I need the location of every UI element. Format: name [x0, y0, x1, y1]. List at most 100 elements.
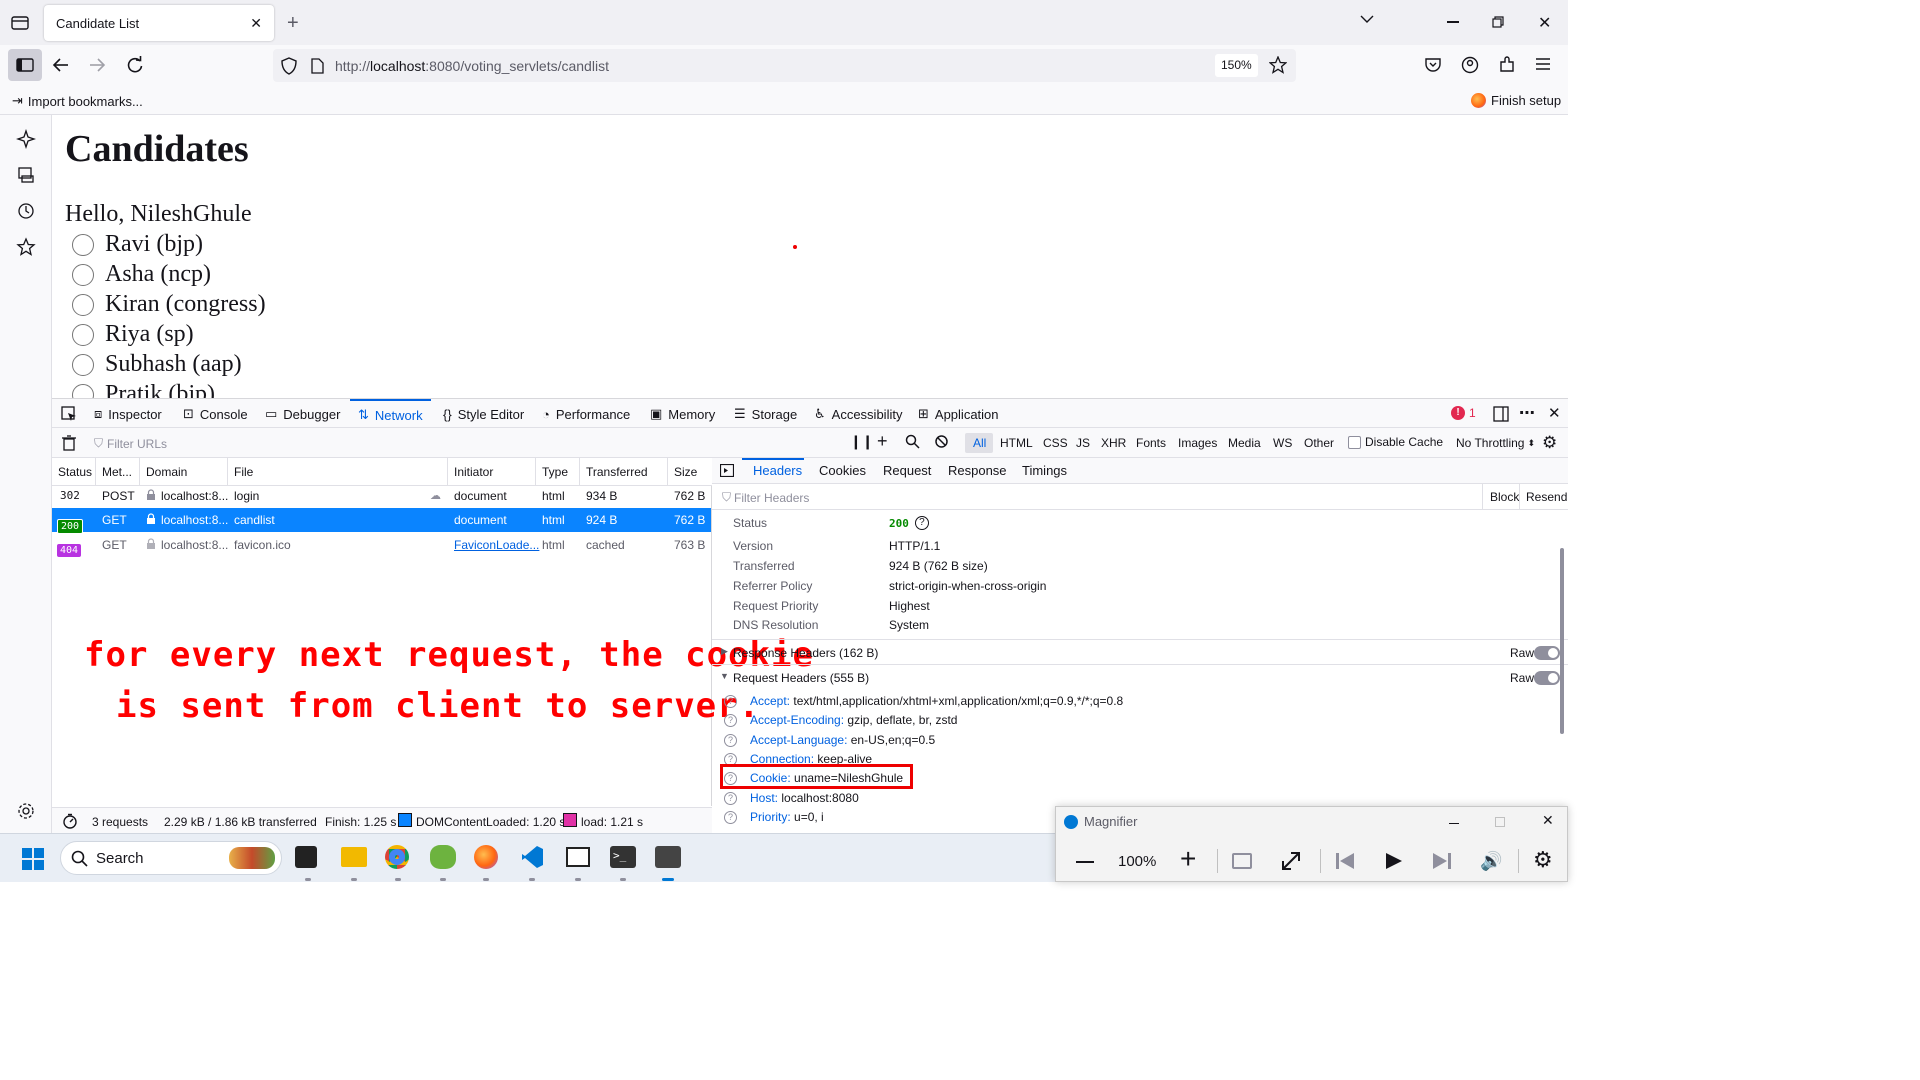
- tab-memory[interactable]: ▣ Memory: [650, 399, 715, 429]
- tab-debugger[interactable]: ▭ Debugger: [265, 399, 340, 429]
- terminal-icon[interactable]: >_: [610, 846, 636, 868]
- toggle-sidebar-icon[interactable]: [720, 464, 734, 477]
- resend-button[interactable]: Resend: [1526, 490, 1567, 504]
- col-initiator[interactable]: Initiator: [448, 458, 536, 486]
- tab-network[interactable]: ⇅ Network: [350, 399, 431, 429]
- filter-other[interactable]: Other: [1304, 436, 1334, 450]
- help-icon[interactable]: ?: [724, 791, 737, 805]
- filter-ws[interactable]: WS: [1273, 436, 1292, 450]
- task-view-icon[interactable]: [295, 846, 317, 868]
- network-settings-icon[interactable]: ⚙: [1542, 433, 1557, 453]
- filter-html[interactable]: HTML: [1000, 436, 1033, 450]
- candidate-option[interactable]: Kiran (congress): [72, 291, 266, 318]
- more-options-icon[interactable]: ⋯: [1519, 403, 1535, 423]
- close-devtools-icon[interactable]: ✕: [1548, 404, 1561, 422]
- menu-icon[interactable]: [1536, 58, 1550, 70]
- radio-button[interactable]: [72, 353, 94, 376]
- tab-request[interactable]: Request: [883, 463, 931, 478]
- close-icon[interactable]: ✕: [1542, 812, 1554, 829]
- account-icon[interactable]: [1461, 56, 1479, 74]
- filter-xhr[interactable]: XHR: [1101, 436, 1126, 450]
- table-row-selected[interactable]: 200 GET localhost:8... candlist document…: [52, 508, 711, 534]
- reload-icon[interactable]: [126, 56, 144, 74]
- header-key[interactable]: Host:: [750, 791, 778, 805]
- checkbox[interactable]: [1348, 435, 1361, 449]
- block-button[interactable]: Block: [1490, 490, 1519, 504]
- scrollbar-thumb[interactable]: [1560, 548, 1564, 734]
- tab-overview-icon[interactable]: [11, 14, 29, 30]
- restore-icon[interactable]: [1492, 16, 1504, 28]
- performance-analysis-icon[interactable]: [62, 813, 78, 829]
- minimize-icon[interactable]: [1449, 823, 1459, 824]
- list-all-tabs-icon[interactable]: [1360, 14, 1374, 24]
- row-initiator-link[interactable]: FaviconLoade...: [454, 538, 539, 552]
- tab-inspector[interactable]: ⧈ Inspector: [94, 399, 162, 429]
- customize-sidebar-icon[interactable]: [16, 801, 36, 821]
- finish-setup-button[interactable]: Finish setup: [1471, 93, 1561, 108]
- search-icon[interactable]: [905, 434, 920, 449]
- help-icon[interactable]: ?: [914, 516, 929, 530]
- filter-urls-input[interactable]: ⛉ Filter URLs: [94, 436, 167, 451]
- extensions-icon[interactable]: [1498, 56, 1516, 74]
- tab-headers[interactable]: Headers: [753, 463, 802, 478]
- header-key[interactable]: Priority:: [750, 810, 791, 824]
- tab-application[interactable]: ⊞ Application: [918, 399, 999, 429]
- help-icon[interactable]: ?: [724, 733, 737, 747]
- radio-button[interactable]: [72, 323, 94, 346]
- col-status[interactable]: Status: [52, 458, 96, 486]
- close-tab-icon[interactable]: ✕: [250, 15, 262, 32]
- previous-icon[interactable]: [1336, 852, 1354, 870]
- tab-candidate-list[interactable]: Candidate List ✕: [44, 5, 274, 41]
- tab-style-editor[interactable]: {} Style Editor: [443, 399, 524, 429]
- candidate-option[interactable]: Ravi (bjp): [72, 231, 203, 258]
- header-key[interactable]: Accept:: [750, 694, 790, 708]
- disable-cache-checkbox[interactable]: Disable Cache: [1348, 435, 1443, 449]
- trash-icon[interactable]: [62, 435, 76, 451]
- tab-console[interactable]: ⊡ Console: [183, 399, 248, 429]
- settings-icon[interactable]: ⚙: [1533, 847, 1553, 873]
- pick-element-icon[interactable]: [61, 406, 77, 422]
- vscode-icon[interactable]: [521, 845, 543, 869]
- forward-icon[interactable]: [88, 57, 106, 73]
- bookmark-star-icon[interactable]: [1269, 56, 1287, 74]
- block-icon[interactable]: [934, 434, 949, 449]
- new-tab-icon[interactable]: +: [287, 12, 299, 35]
- dock-side-icon[interactable]: [1493, 406, 1509, 422]
- taskbar-search-box[interactable]: Search: [60, 841, 282, 875]
- filter-images[interactable]: Images: [1178, 436, 1217, 450]
- synced-tabs-icon[interactable]: [16, 165, 36, 185]
- minimize-icon[interactable]: [1447, 21, 1459, 23]
- windows-start-icon[interactable]: [22, 848, 44, 870]
- spring-tool-icon[interactable]: [430, 845, 456, 869]
- url-text[interactable]: http://localhost:8080/voting_servlets/ca…: [335, 58, 609, 74]
- error-counter[interactable]: ! 1: [1451, 406, 1476, 420]
- firefox-taskbar-icon[interactable]: [474, 845, 498, 869]
- throttling-select[interactable]: No Throttling ⬍: [1456, 436, 1535, 450]
- help-icon[interactable]: ?: [724, 713, 737, 727]
- filter-headers-input[interactable]: ⛉ Filter Headers: [722, 490, 809, 505]
- tab-performance[interactable]: ◔ Performance: [542, 399, 630, 429]
- candidate-option[interactable]: Riya (sp): [72, 321, 194, 348]
- col-type[interactable]: Type: [536, 458, 580, 486]
- request-headers-section[interactable]: ▼ Request Headers (555 B) Raw: [712, 664, 1568, 690]
- response-headers-section[interactable]: ▶ Response Headers (162 B) Raw: [712, 639, 1568, 665]
- pause-icon[interactable]: ❙❙: [850, 433, 873, 450]
- filter-css[interactable]: CSS: [1043, 436, 1068, 450]
- read-aloud-icon[interactable]: 🔊: [1480, 851, 1502, 872]
- tab-response[interactable]: Response: [948, 463, 1007, 478]
- filter-js[interactable]: JS: [1076, 436, 1090, 450]
- view-icon[interactable]: [1232, 853, 1252, 869]
- close-window-icon[interactable]: ✕: [1538, 13, 1551, 33]
- url-bar[interactable]: http://localhost:8080/voting_servlets/ca…: [273, 49, 1296, 82]
- candidate-option[interactable]: Pratik (bjp): [72, 381, 215, 398]
- ai-chatbot-icon[interactable]: [16, 129, 36, 149]
- zoom-out-icon[interactable]: [1076, 861, 1094, 863]
- next-icon[interactable]: [1433, 852, 1451, 870]
- candidate-option[interactable]: Asha (ncp): [72, 261, 211, 288]
- filter-all[interactable]: All: [973, 436, 986, 450]
- raw-toggle[interactable]: [1534, 671, 1560, 685]
- filter-fonts[interactable]: Fonts: [1136, 436, 1166, 450]
- col-size[interactable]: Size: [668, 458, 712, 486]
- import-bookmarks-button[interactable]: ⇥ Import bookmarks...: [12, 93, 143, 109]
- filter-media[interactable]: Media: [1228, 436, 1261, 450]
